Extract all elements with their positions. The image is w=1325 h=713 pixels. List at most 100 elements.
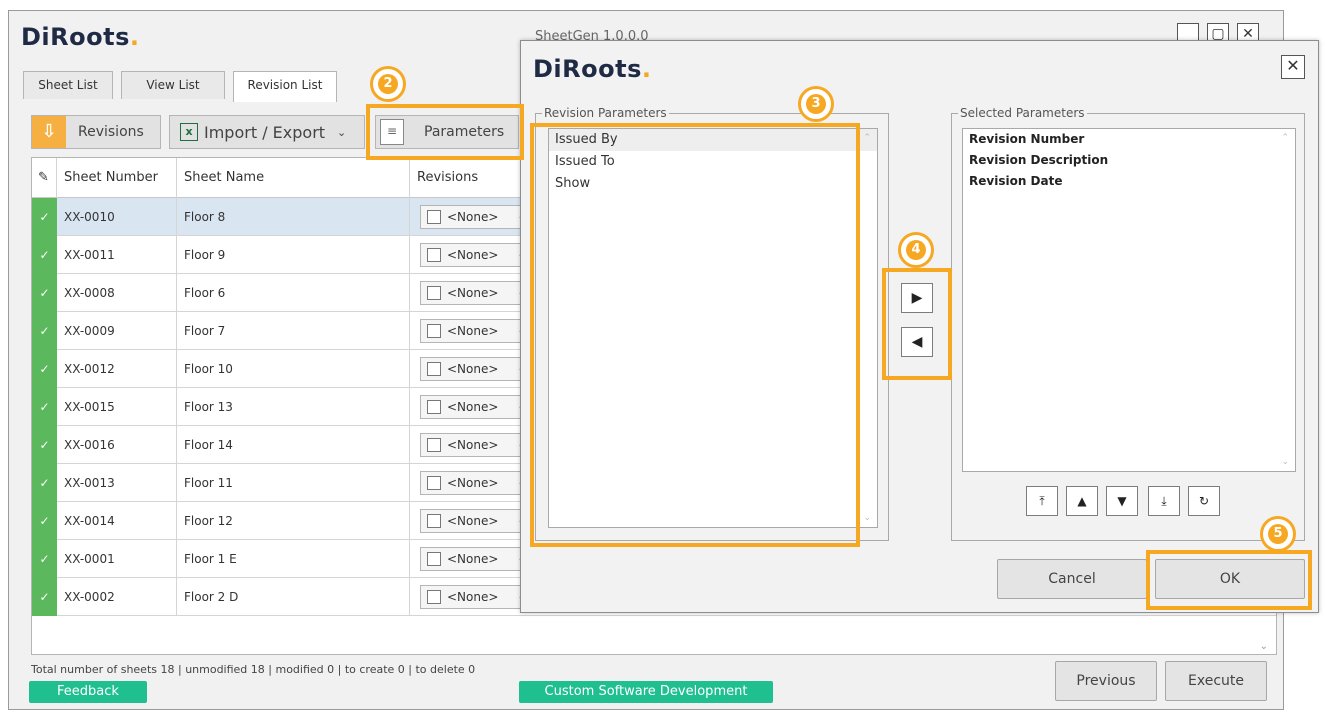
revision-dropdown[interactable]: <None>⌄ <box>420 243 530 267</box>
dialog-close-icon[interactable]: ✕ <box>1281 55 1305 79</box>
revision-checkbox[interactable] <box>427 476 441 490</box>
revision-dropdown[interactable]: <None>⌄ <box>420 281 530 305</box>
scroll-down-icon[interactable]: ⌄ <box>1281 457 1289 467</box>
revision-checkbox[interactable] <box>427 400 441 414</box>
revision-checkbox[interactable] <box>427 286 441 300</box>
revision-parameters-title: Revision Parameters <box>542 106 669 120</box>
revisions-button[interactable]: ⇩ Revisions <box>31 115 161 149</box>
column-header-sheet-number[interactable]: Sheet Number <box>57 158 177 198</box>
move-to-bottom-button[interactable]: ⤓ <box>1148 486 1180 516</box>
sheet-name-cell[interactable]: Floor 10 <box>177 350 410 388</box>
list-item[interactable]: Revision Description <box>963 150 1295 171</box>
revision-dropdown[interactable]: <None>⌄ <box>420 509 530 533</box>
move-up-button[interactable]: ▲ <box>1066 486 1098 516</box>
check-icon: ✓ <box>32 198 57 236</box>
revision-value: <None> <box>447 438 499 452</box>
sheet-number-cell[interactable]: XX-0002 <box>57 578 177 616</box>
revision-dropdown[interactable]: <None>⌄ <box>420 547 530 571</box>
sheet-number-cell[interactable]: XX-0008 <box>57 274 177 312</box>
revision-value: <None> <box>447 590 499 604</box>
highlight-ok-button <box>1146 550 1312 610</box>
custom-software-development-button[interactable]: Custom Software Development <box>519 681 773 703</box>
revision-checkbox[interactable] <box>427 438 441 452</box>
sheet-number-cell[interactable]: XX-0012 <box>57 350 177 388</box>
check-icon: ✓ <box>32 426 57 464</box>
revision-checkbox[interactable] <box>427 590 441 604</box>
execute-button[interactable]: Execute <box>1165 661 1267 701</box>
highlight-move-buttons <box>882 268 952 380</box>
feedback-button[interactable]: Feedback <box>29 681 147 703</box>
check-icon: ✓ <box>32 464 57 502</box>
sheet-name-cell[interactable]: Floor 12 <box>177 502 410 540</box>
sheet-name-cell[interactable]: Floor 2 D <box>177 578 410 616</box>
check-icon: ✓ <box>32 274 57 312</box>
check-icon: ✓ <box>32 236 57 274</box>
sheet-number-cell[interactable]: XX-0011 <box>57 236 177 274</box>
revision-dropdown[interactable]: <None>⌄ <box>420 585 530 609</box>
selected-parameters-group: Selected Parameters Revision Number Revi… <box>951 106 1305 541</box>
tab-view-list[interactable]: View List <box>121 71 225 99</box>
sheet-name-cell[interactable]: Floor 6 <box>177 274 410 312</box>
revision-value: <None> <box>447 324 499 338</box>
sheet-name-cell[interactable]: Floor 13 <box>177 388 410 426</box>
sheet-name-cell[interactable]: Floor 14 <box>177 426 410 464</box>
step-badge-3: 3 <box>798 86 834 122</box>
sheet-number-cell[interactable]: XX-0014 <box>57 502 177 540</box>
revision-dropdown[interactable]: <None>⌄ <box>420 205 530 229</box>
sheet-number-cell[interactable]: XX-0015 <box>57 388 177 426</box>
sheet-name-cell[interactable]: Floor 1 E <box>177 540 410 578</box>
revision-checkbox[interactable] <box>427 362 441 376</box>
revisions-label: Revisions <box>78 124 144 140</box>
scroll-up-icon[interactable]: ⌃ <box>1281 133 1289 143</box>
step-badge-4: 4 <box>898 232 934 268</box>
import-export-label: Import / Export <box>204 122 326 142</box>
check-icon: ✓ <box>32 540 57 578</box>
tab-revision-list[interactable]: Revision List <box>233 71 337 102</box>
revision-checkbox[interactable] <box>427 324 441 338</box>
sheet-name-cell[interactable]: Floor 9 <box>177 236 410 274</box>
revision-dropdown[interactable]: <None>⌄ <box>420 395 530 419</box>
revision-checkbox[interactable] <box>427 248 441 262</box>
revision-value: <None> <box>447 552 499 566</box>
reset-icon[interactable]: ↻ <box>1188 486 1220 516</box>
revision-value: <None> <box>447 286 499 300</box>
cancel-button[interactable]: Cancel <box>997 559 1147 599</box>
scroll-down-icon[interactable]: ⌄ <box>863 513 871 523</box>
sheet-number-cell[interactable]: XX-0009 <box>57 312 177 350</box>
previous-button[interactable]: Previous <box>1055 661 1157 701</box>
revision-checkbox[interactable] <box>427 552 441 566</box>
sheet-name-cell[interactable]: Floor 7 <box>177 312 410 350</box>
sheet-number-cell[interactable]: XX-0013 <box>57 464 177 502</box>
revision-dropdown[interactable]: <None>⌄ <box>420 433 530 457</box>
sheet-number-cell[interactable]: XX-0010 <box>57 198 177 236</box>
list-item[interactable]: Revision Date <box>963 171 1295 192</box>
import-export-dropdown[interactable]: x Import / Export ⌄ <box>169 115 365 149</box>
revision-checkbox[interactable] <box>427 514 441 528</box>
revisions-icon: ⇩ <box>32 116 66 148</box>
revision-dropdown[interactable]: <None>⌄ <box>420 357 530 381</box>
selected-parameters-list[interactable]: Revision Number Revision Description Rev… <box>962 128 1296 472</box>
move-down-button[interactable]: ▼ <box>1106 486 1138 516</box>
revision-dropdown[interactable]: <None>⌄ <box>420 319 530 343</box>
check-icon: ✓ <box>32 350 57 388</box>
revision-dropdown[interactable]: <None>⌄ <box>420 471 530 495</box>
list-item[interactable]: Revision Number <box>963 129 1295 150</box>
revision-value: <None> <box>447 362 499 376</box>
grid-scroll-chevron[interactable]: ⌄ <box>1260 641 1268 652</box>
sheet-number-cell[interactable]: XX-0016 <box>57 426 177 464</box>
step-badge-5: 5 <box>1260 516 1296 552</box>
revision-checkbox[interactable] <box>427 210 441 224</box>
column-header-sheet-name[interactable]: Sheet Name <box>177 158 410 198</box>
edit-icon: ✎ <box>32 158 57 198</box>
move-to-top-button[interactable]: ⤒ <box>1026 486 1058 516</box>
sheet-name-cell[interactable]: Floor 11 <box>177 464 410 502</box>
check-icon: ✓ <box>32 312 57 350</box>
status-bar-text: Total number of sheets 18 | unmodified 1… <box>31 663 476 676</box>
chevron-down-icon: ⌄ <box>337 125 347 139</box>
sheet-number-cell[interactable]: XX-0001 <box>57 540 177 578</box>
revision-value: <None> <box>447 400 499 414</box>
sheet-name-cell[interactable]: Floor 8 <box>177 198 410 236</box>
revision-value: <None> <box>447 514 499 528</box>
tab-sheet-list[interactable]: Sheet List <box>23 71 113 99</box>
scroll-up-icon[interactable]: ⌃ <box>863 133 871 143</box>
